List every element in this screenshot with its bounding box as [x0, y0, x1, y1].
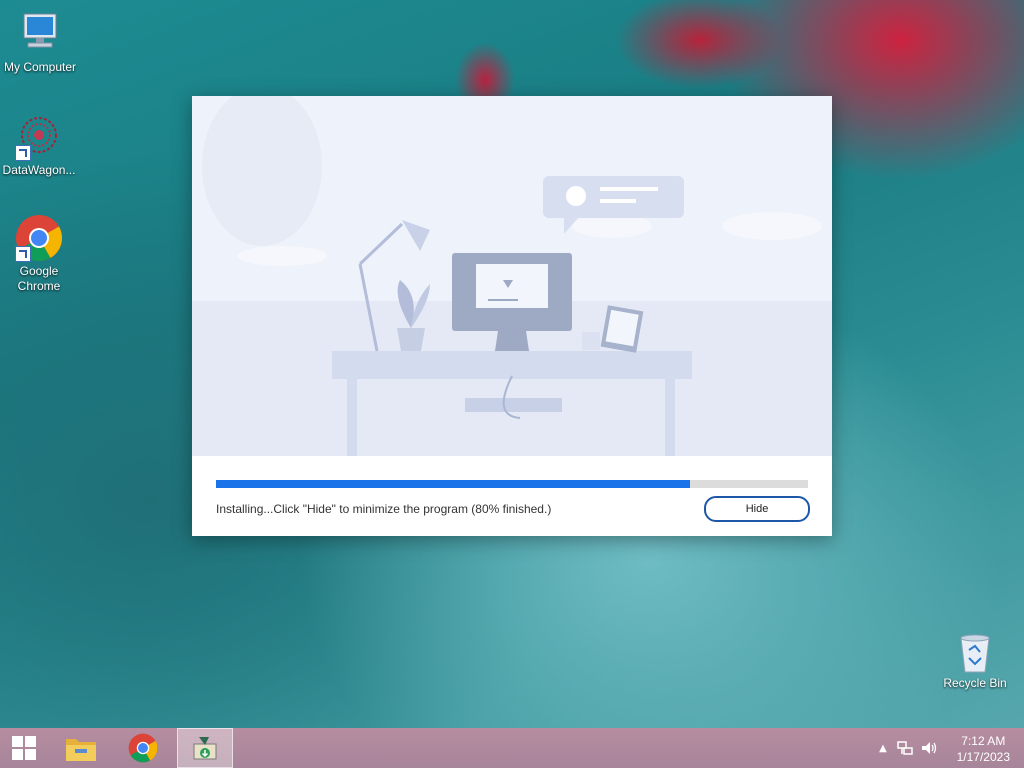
start-icon	[12, 736, 36, 760]
install-status-text: Installing...Click "Hide" to minimize th…	[216, 502, 552, 516]
install-progress-bar	[216, 480, 808, 488]
recycle-bin-icon	[955, 632, 995, 674]
system-tray: ▲	[874, 728, 938, 768]
clock-date: 1/17/2023	[956, 750, 1010, 764]
show-hidden-icons-icon[interactable]: ▲	[874, 743, 892, 754]
desktop-icon-datawagon[interactable]: DataWagon...	[0, 113, 79, 178]
volume-icon[interactable]	[920, 739, 938, 757]
taskbar-file-explorer[interactable]	[53, 728, 109, 768]
shortcut-arrow-icon	[15, 145, 31, 161]
chrome-icon	[128, 733, 158, 763]
computer-icon	[16, 10, 64, 58]
taskbar-clock[interactable]: 7:12 AM 1/17/2023	[957, 733, 1010, 765]
desktop-icon-google-chrome[interactable]: Google Chrome	[0, 214, 79, 294]
taskbar-installer[interactable]	[177, 728, 233, 768]
install-progress-fill	[216, 480, 690, 488]
file-explorer-icon	[66, 739, 96, 761]
installer-illustration	[192, 96, 832, 456]
clock-time: 7:12 AM	[961, 734, 1006, 748]
taskbar: ▲ 7:12 AM 1/17/2023	[0, 728, 1024, 768]
taskbar-chrome[interactable]	[115, 728, 171, 768]
desktop-icon-label: Google Chrome	[17, 264, 61, 293]
shortcut-arrow-icon	[15, 246, 31, 262]
desktop-icon-label: My Computer	[3, 60, 77, 74]
desktop-icon-label: Recycle Bin	[943, 676, 1007, 690]
start-button[interactable]	[0, 728, 48, 768]
chrome-icon	[15, 214, 63, 262]
network-icon[interactable]	[896, 739, 914, 757]
installer-icon	[193, 737, 217, 760]
hide-button[interactable]: Hide	[704, 496, 810, 522]
desktop-icon-recycle-bin[interactable]: Recycle Bin	[935, 632, 1015, 691]
datawagon-icon	[15, 113, 63, 161]
installer-window: Installing...Click "Hide" to minimize th…	[192, 96, 832, 536]
desktop-icon-my-computer[interactable]: My Computer	[0, 10, 80, 75]
desktop-icon-label: DataWagon...	[2, 163, 76, 177]
